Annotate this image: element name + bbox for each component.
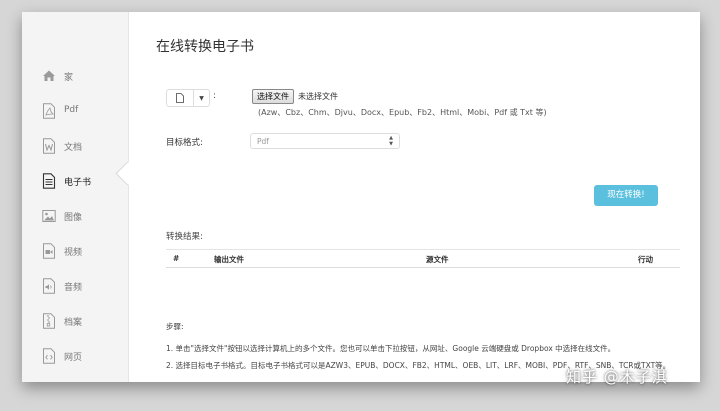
sidebar-item-label: 视频 <box>64 248 83 258</box>
sidebar-item-label: 档案 <box>64 318 83 328</box>
chevron-down-icon[interactable]: ▼ <box>194 90 209 106</box>
sidebar-item-home[interactable]: 家 <box>22 60 128 92</box>
file-icon <box>176 93 184 103</box>
supported-formats-text: (Azw、Cbz、Chm、Djvu、Docx、Epub、Fb2、Html、Mob… <box>258 108 547 117</box>
upload-colon: : <box>213 91 217 101</box>
local-file-button[interactable] <box>167 90 194 106</box>
app-window: 家 Pdf 文档 电子书 图像 视频 音频 档案 网页 在线转换电子书 ▼: … <box>22 12 700 382</box>
table-header-divider <box>166 267 680 268</box>
word-file-icon <box>42 138 56 154</box>
sidebar-item-ebook[interactable]: 电子书 <box>22 165 128 197</box>
no-file-chosen-text: 未选择文件 <box>298 92 338 101</box>
sidebar-item-label: 文档 <box>64 143 83 153</box>
sidebar-item-label: 家 <box>64 73 74 83</box>
select-arrows-icon: ▲ ▼ <box>389 135 393 147</box>
archive-file-icon <box>42 313 56 329</box>
target-format-value: Pdf <box>257 137 269 146</box>
sidebar-item-pdf[interactable]: Pdf <box>22 95 128 127</box>
step-item: 1. 单击"选择文件"按钮以选择计算机上的多个文件。您也可以单击下拉按钮，从网址… <box>166 344 616 353</box>
sidebar-item-label: 网页 <box>64 353 83 363</box>
video-file-icon <box>42 243 56 259</box>
steps-label: 步骤: <box>166 322 184 331</box>
sidebar-item-video[interactable]: 视频 <box>22 235 128 267</box>
main-panel: 在线转换电子书 ▼ : 选择文件 未选择文件 (Azw、Cbz、Chm、Djvu… <box>128 12 700 382</box>
sidebar-item-audio[interactable]: 音频 <box>22 270 128 302</box>
choose-file-button[interactable]: 选择文件 <box>252 89 294 104</box>
target-format-label: 目标格式: <box>166 138 203 148</box>
file-source-split-button: ▼ <box>166 89 210 107</box>
column-header-source-file: 源文件 <box>426 255 449 264</box>
code-file-icon <box>42 348 56 364</box>
target-format-select[interactable]: Pdf ▲ ▼ <box>250 133 400 149</box>
conversion-results-label: 转换结果: <box>166 232 203 242</box>
sidebar-item-archive[interactable]: 档案 <box>22 305 128 337</box>
sidebar-item-label: 音频 <box>64 283 83 293</box>
sidebar-item-label: Pdf <box>64 105 79 115</box>
audio-file-icon <box>42 278 56 294</box>
home-icon <box>42 68 56 84</box>
column-header-output-file: 输出文件 <box>214 255 244 264</box>
sidebar-item-document[interactable]: 文档 <box>22 130 128 162</box>
column-header-index: # <box>173 254 180 263</box>
table-top-divider <box>166 249 680 250</box>
sidebar-item-image[interactable]: 图像 <box>22 200 128 232</box>
sidebar-item-label: 电子书 <box>64 178 92 188</box>
watermark: 知乎 @木子淇 <box>566 368 668 386</box>
page-title: 在线转换电子书 <box>156 39 254 55</box>
convert-now-button[interactable]: 现在转换! <box>594 185 658 206</box>
sidebar-item-webpage[interactable]: 网页 <box>22 340 128 372</box>
ebook-icon <box>42 173 56 189</box>
sidebar: 家 Pdf 文档 电子书 图像 视频 音频 档案 网页 <box>22 12 129 382</box>
sidebar-item-label: 图像 <box>64 213 83 223</box>
image-icon <box>42 208 56 224</box>
column-header-action: 行动 <box>638 255 653 264</box>
pdf-file-icon <box>42 103 56 119</box>
